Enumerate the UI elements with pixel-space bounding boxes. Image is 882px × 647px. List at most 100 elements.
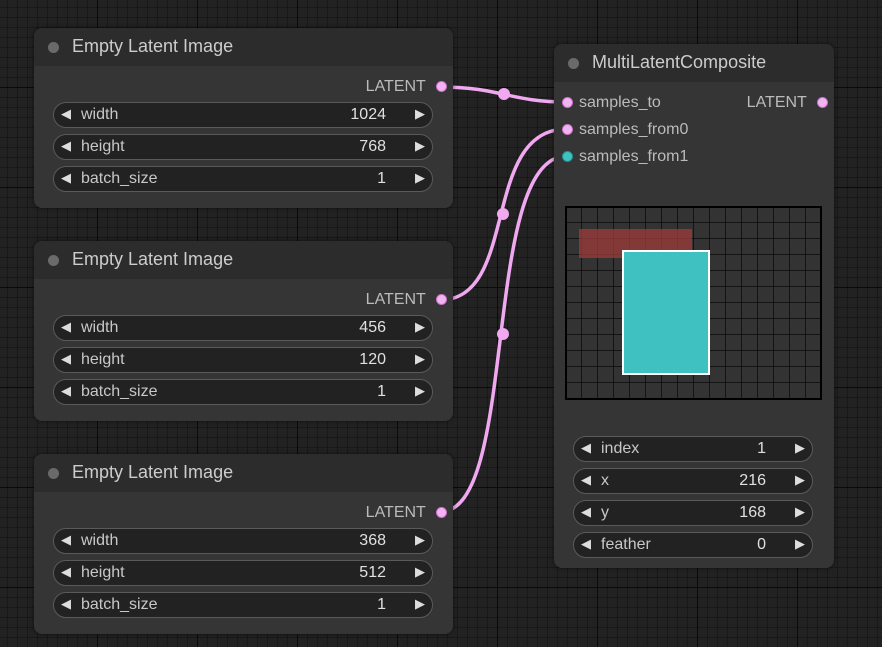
increment-arrow-icon[interactable]: ▶: [795, 504, 805, 520]
y-widget[interactable]: ◀ y 168 ▶: [573, 500, 813, 526]
widget-value[interactable]: 216: [739, 472, 766, 490]
increment-arrow-icon[interactable]: ▶: [795, 472, 805, 488]
widget-label: batch_size: [81, 383, 158, 400]
decrement-arrow-icon[interactable]: ◀: [61, 596, 71, 612]
node-title: Empty Latent Image: [72, 36, 234, 56]
composite-preview-canvas: [565, 206, 822, 400]
latent-output-slot[interactable]: LATENT: [747, 94, 828, 112]
decrement-arrow-icon[interactable]: ◀: [61, 319, 71, 335]
empty-latent-image-node-1[interactable]: Empty Latent Image LATENT ◀ width 1024 ▶…: [34, 28, 453, 208]
decrement-arrow-icon[interactable]: ◀: [581, 504, 591, 520]
output-label: LATENT: [746, 94, 807, 111]
node-title: Empty Latent Image: [72, 249, 234, 269]
width-widget[interactable]: ◀ width 1024 ▶: [53, 102, 433, 128]
input-slot-samples-from1[interactable]: samples_from1: [562, 148, 688, 166]
decrement-arrow-icon[interactable]: ◀: [61, 351, 71, 367]
widget-value[interactable]: 168: [739, 504, 766, 522]
output-dot-icon[interactable]: [817, 97, 828, 109]
collapse-dot-icon[interactable]: [48, 42, 59, 53]
feather-widget[interactable]: ◀ feather 0 ▶: [573, 532, 813, 558]
decrement-arrow-icon[interactable]: ◀: [61, 106, 71, 122]
node-title-bar[interactable]: Empty Latent Image: [34, 241, 453, 279]
decrement-arrow-icon[interactable]: ◀: [581, 472, 591, 488]
output-dot-icon[interactable]: [436, 294, 447, 306]
latent-output-slot[interactable]: LATENT: [366, 291, 447, 309]
collapse-dot-icon[interactable]: [48, 468, 59, 479]
widget-value[interactable]: 1: [377, 596, 386, 614]
input-dot-icon[interactable]: [562, 151, 573, 163]
decrement-arrow-icon[interactable]: ◀: [61, 170, 71, 186]
increment-arrow-icon[interactable]: ▶: [795, 536, 805, 552]
height-widget[interactable]: ◀ height 120 ▶: [53, 347, 433, 373]
increment-arrow-icon[interactable]: ▶: [415, 532, 425, 548]
decrement-arrow-icon[interactable]: ◀: [581, 440, 591, 456]
latent-output-slot[interactable]: LATENT: [366, 504, 447, 522]
increment-arrow-icon[interactable]: ▶: [415, 351, 425, 367]
node-title-bar[interactable]: Empty Latent Image: [34, 454, 453, 492]
increment-arrow-icon[interactable]: ▶: [415, 138, 425, 154]
collapse-dot-icon[interactable]: [48, 255, 59, 266]
node-title-bar[interactable]: MultiLatentComposite: [554, 44, 834, 82]
empty-latent-image-node-3[interactable]: Empty Latent Image LATENT ◀ width 368 ▶ …: [34, 454, 453, 634]
empty-latent-image-node-2[interactable]: Empty Latent Image LATENT ◀ width 456 ▶ …: [34, 241, 453, 421]
increment-arrow-icon[interactable]: ▶: [415, 564, 425, 580]
output-dot-icon[interactable]: [436, 81, 447, 93]
widget-label: width: [81, 532, 119, 549]
width-widget[interactable]: ◀ width 456 ▶: [53, 315, 433, 341]
input-label: samples_from0: [579, 121, 689, 138]
widget-value[interactable]: 120: [359, 351, 386, 369]
output-label: LATENT: [365, 291, 426, 308]
widget-value[interactable]: 512: [359, 564, 386, 582]
output-dot-icon[interactable]: [436, 507, 447, 519]
decrement-arrow-icon[interactable]: ◀: [581, 536, 591, 552]
input-slot-samples-from0[interactable]: samples_from0: [562, 121, 688, 139]
preview-latent-region-1-selected: [622, 250, 710, 375]
widget-label: batch_size: [81, 170, 158, 187]
increment-arrow-icon[interactable]: ▶: [415, 106, 425, 122]
increment-arrow-icon[interactable]: ▶: [415, 383, 425, 399]
widget-value[interactable]: 456: [359, 319, 386, 337]
input-dot-icon[interactable]: [562, 124, 573, 136]
widget-label: height: [81, 351, 125, 368]
node-title-bar[interactable]: Empty Latent Image: [34, 28, 453, 66]
increment-arrow-icon[interactable]: ▶: [415, 319, 425, 335]
widget-label: index: [601, 440, 640, 457]
widget-value[interactable]: 1024: [350, 106, 386, 124]
link-midpoint-1[interactable]: [498, 88, 510, 100]
output-label: LATENT: [365, 504, 426, 521]
height-widget[interactable]: ◀ height 512 ▶: [53, 560, 433, 586]
widget-value[interactable]: 0: [757, 536, 766, 554]
batch-size-widget[interactable]: ◀ batch_size 1 ▶: [53, 592, 433, 618]
increment-arrow-icon[interactable]: ▶: [795, 440, 805, 456]
widget-label: width: [81, 106, 119, 123]
widget-value[interactable]: 1: [757, 440, 766, 458]
latent-output-slot[interactable]: LATENT: [366, 78, 447, 96]
widget-value[interactable]: 768: [359, 138, 386, 156]
decrement-arrow-icon[interactable]: ◀: [61, 564, 71, 580]
link-midpoint-2[interactable]: [497, 208, 509, 220]
input-label: samples_from1: [579, 148, 689, 165]
decrement-arrow-icon[interactable]: ◀: [61, 383, 71, 399]
widget-value[interactable]: 1: [377, 383, 386, 401]
decrement-arrow-icon[interactable]: ◀: [61, 138, 71, 154]
batch-size-widget[interactable]: ◀ batch_size 1 ▶: [53, 379, 433, 405]
index-widget[interactable]: ◀ index 1 ▶: [573, 436, 813, 462]
increment-arrow-icon[interactable]: ▶: [415, 170, 425, 186]
input-slot-samples-to[interactable]: samples_to: [562, 94, 661, 112]
collapse-dot-icon[interactable]: [568, 58, 579, 69]
link-latent-3-to-samples-from1: [439, 154, 568, 514]
decrement-arrow-icon[interactable]: ◀: [61, 532, 71, 548]
x-widget[interactable]: ◀ x 216 ▶: [573, 468, 813, 494]
batch-size-widget[interactable]: ◀ batch_size 1 ▶: [53, 166, 433, 192]
widget-label: batch_size: [81, 596, 158, 613]
link-midpoint-3[interactable]: [497, 328, 509, 340]
width-widget[interactable]: ◀ width 368 ▶: [53, 528, 433, 554]
widget-value[interactable]: 368: [359, 532, 386, 550]
widget-value[interactable]: 1: [377, 170, 386, 188]
widget-label: height: [81, 138, 125, 155]
node-title: MultiLatentComposite: [592, 52, 767, 72]
node-title: Empty Latent Image: [72, 462, 234, 482]
height-widget[interactable]: ◀ height 768 ▶: [53, 134, 433, 160]
input-dot-icon[interactable]: [562, 97, 573, 109]
increment-arrow-icon[interactable]: ▶: [415, 596, 425, 612]
